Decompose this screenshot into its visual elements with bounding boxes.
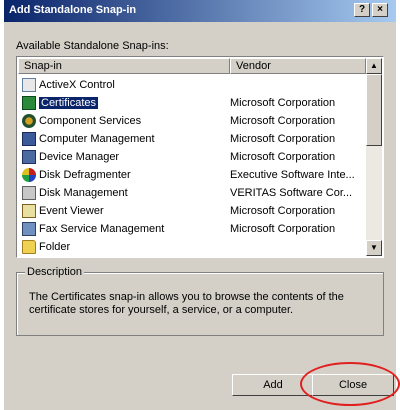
list-item[interactable]: Component Services Microsoft Corporation [19,112,365,130]
activex-icon [22,78,36,92]
disk-management-icon [22,186,36,200]
description-group: Description The Certificates snap-in all… [16,266,384,336]
snapin-name: Device Manager [39,151,120,163]
event-viewer-icon [22,204,36,218]
list-item[interactable]: Event Viewer Microsoft Corporation [19,202,365,220]
list-item[interactable]: Fax Service Management Microsoft Corpora… [19,220,365,238]
add-button[interactable]: Add [232,374,314,396]
snapin-name: ActiveX Control [39,79,115,91]
snapin-list[interactable]: Snap-in Vendor ActiveX Control Certifica… [16,56,384,258]
snapin-name: Folder [39,241,71,253]
snapin-vendor: Microsoft Corporation [230,223,336,235]
list-item[interactable]: Disk Management VERITAS Software Cor... [19,184,365,202]
list-item[interactable]: Disk Defragmenter Executive Software Int… [19,166,365,184]
help-icon: ? [358,4,366,15]
column-header-vendor[interactable]: Vendor [230,58,366,74]
list-item[interactable]: Computer Management Microsoft Corporatio… [19,130,365,148]
column-header-snapin[interactable]: Snap-in [18,58,230,74]
scroll-thumb[interactable] [366,74,382,146]
fax-service-icon [22,222,36,236]
device-manager-icon [22,150,36,164]
help-button[interactable]: ? [354,3,370,17]
snapin-name: Disk Management [39,187,128,199]
certificates-icon [22,96,36,110]
snapin-name: Computer Management [39,133,155,145]
scroll-up-button[interactable]: ▲ [366,58,382,74]
component-services-icon [22,114,36,128]
snapin-vendor: Microsoft Corporation [230,115,336,127]
list-rows: ActiveX Control Certificates Microsoft C… [19,76,365,256]
title-close-button[interactable]: × [372,3,388,17]
snapin-name: Fax Service Management [39,223,165,235]
disk-defragmenter-icon [22,168,36,182]
list-item[interactable]: Folder [19,238,365,256]
computer-management-icon [22,132,36,146]
description-text: The Certificates snap-in allows you to b… [29,291,344,316]
close-button[interactable]: Close [312,374,394,396]
window-title: Add Standalone Snap-in [9,4,137,16]
snapin-vendor: Microsoft Corporation [230,205,336,217]
scroll-down-button[interactable]: ▼ [366,240,382,256]
list-item[interactable]: Device Manager Microsoft Corporation [19,148,365,166]
list-item[interactable]: ActiveX Control [19,76,365,94]
add-standalone-snapin-dialog: Add Standalone Snap-in ? × Available Sta… [4,0,400,410]
snapin-name: Certificates [39,97,100,109]
list-header: Snap-in Vendor [18,58,366,74]
arrow-up-icon: ▲ [370,61,378,70]
available-snapins-label: Available Standalone Snap-ins: [16,40,169,52]
snapin-name: Event Viewer [39,205,104,217]
snapin-vendor: Executive Software Inte... [230,169,355,181]
title-bar[interactable]: Add Standalone Snap-in ? × [4,0,396,22]
arrow-down-icon: ▼ [370,243,378,252]
snapin-vendor: VERITAS Software Cor... [230,187,353,199]
description-legend: Description [25,266,85,278]
folder-icon [22,240,36,254]
list-item-selected[interactable]: Certificates Microsoft Corporation [19,94,365,112]
list-scrollbar[interactable]: ▲ ▼ [366,58,382,256]
snapin-vendor: Microsoft Corporation [230,133,336,145]
snapin-vendor: Microsoft Corporation [230,97,336,109]
snapin-name: Component Services [39,115,142,127]
close-icon: × [377,4,383,15]
snapin-vendor: Microsoft Corporation [230,151,336,163]
snapin-name: Disk Defragmenter [39,169,131,181]
